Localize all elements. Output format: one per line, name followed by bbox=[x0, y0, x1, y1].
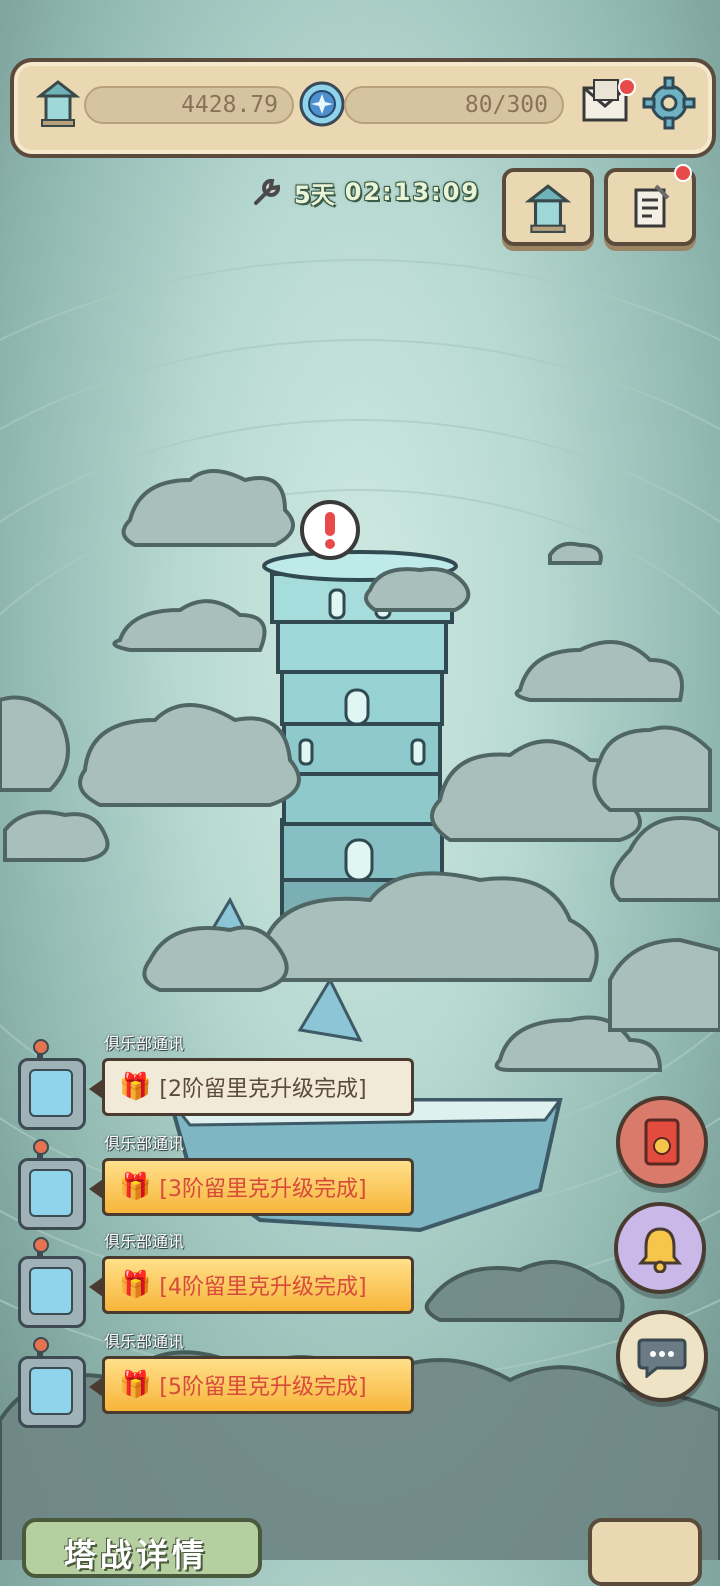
bell-icon bbox=[637, 1227, 683, 1273]
tower-battle-details-tab[interactable]: 塔战详情 bbox=[22, 1518, 262, 1578]
robot-avatar bbox=[18, 1039, 86, 1130]
notification-item[interactable]: 俱乐部通讯 🎁 [2阶留里克升级完成] bbox=[0, 1034, 430, 1134]
robot-avatar bbox=[18, 1139, 86, 1230]
notification-item[interactable]: 俱乐部通讯 🎁 [3阶留里克升级完成] bbox=[0, 1134, 430, 1234]
notification-item[interactable]: 俱乐部通讯 🎁 [4阶留里克升级完成] bbox=[0, 1232, 430, 1332]
notification-sender: 俱乐部通讯 bbox=[104, 1232, 185, 1251]
bell-button[interactable] bbox=[614, 1202, 706, 1294]
notification-sender: 俱乐部通讯 bbox=[104, 1034, 185, 1053]
red-packet-icon bbox=[644, 1118, 680, 1166]
robot-avatar bbox=[18, 1337, 86, 1428]
bottom-right-button[interactable] bbox=[588, 1518, 702, 1586]
gear-icon[interactable] bbox=[642, 76, 696, 130]
gift-icon: 🎁 bbox=[119, 1270, 152, 1300]
notification-bubble[interactable]: 🎁 [5阶留里克升级完成] bbox=[89, 1356, 414, 1414]
mail-alert-dot bbox=[618, 78, 636, 96]
tower-button[interactable] bbox=[502, 168, 594, 246]
tower-icon bbox=[524, 184, 572, 233]
gift-icon: 🎁 bbox=[119, 1072, 152, 1102]
scroll-alert-dot bbox=[674, 164, 692, 182]
notification-sender: 俱乐部通讯 bbox=[104, 1134, 185, 1153]
red-packet-button[interactable] bbox=[616, 1096, 708, 1188]
energy-display: 80/300 bbox=[344, 86, 564, 124]
resource-bar: 4428.79 80/300 bbox=[10, 58, 716, 158]
robot-avatar bbox=[18, 1237, 86, 1328]
alert-bubble[interactable] bbox=[300, 500, 360, 560]
notification-message: [3阶留里克升级完成] bbox=[159, 1177, 367, 1202]
tower-points-value: 4428.79 bbox=[181, 92, 278, 118]
tower-icon bbox=[36, 80, 80, 127]
notification-message: [4阶留里克升级完成] bbox=[159, 1275, 367, 1300]
timer-days: 5天 bbox=[294, 180, 335, 209]
energy-value: 80/300 bbox=[464, 92, 548, 118]
notification-bubble[interactable]: 🎁 [3阶留里克升级完成] bbox=[89, 1158, 414, 1216]
energy-orb-icon bbox=[299, 81, 345, 127]
notification-bubble[interactable]: 🎁 [4阶留里克升级完成] bbox=[89, 1256, 414, 1314]
wrench-icon bbox=[254, 178, 281, 205]
tower-battle-details-label: 塔战详情 bbox=[64, 1536, 209, 1574]
tower-points-display: 4428.79 bbox=[84, 86, 294, 124]
notification-message: [5阶留里克升级完成] bbox=[159, 1375, 367, 1400]
notification-message: [2阶留里克升级完成] bbox=[159, 1077, 367, 1102]
notification-item[interactable]: 俱乐部通讯 🎁 [5阶留里克升级完成] bbox=[0, 1332, 430, 1432]
gift-icon: 🎁 bbox=[119, 1172, 152, 1202]
scroll-icon bbox=[634, 184, 670, 228]
mail-button[interactable] bbox=[580, 76, 636, 130]
notification-bubble[interactable]: 🎁 [2阶留里克升级完成] bbox=[89, 1058, 414, 1116]
gift-icon: 🎁 bbox=[119, 1370, 152, 1400]
chat-button[interactable] bbox=[616, 1310, 708, 1402]
timer-clock: 02:13:09 bbox=[344, 178, 481, 206]
event-timer: 5天 02:13:09 bbox=[250, 174, 480, 210]
chat-icon bbox=[637, 1338, 687, 1378]
scroll-button[interactable] bbox=[604, 164, 696, 246]
notification-sender: 俱乐部通讯 bbox=[104, 1332, 185, 1351]
